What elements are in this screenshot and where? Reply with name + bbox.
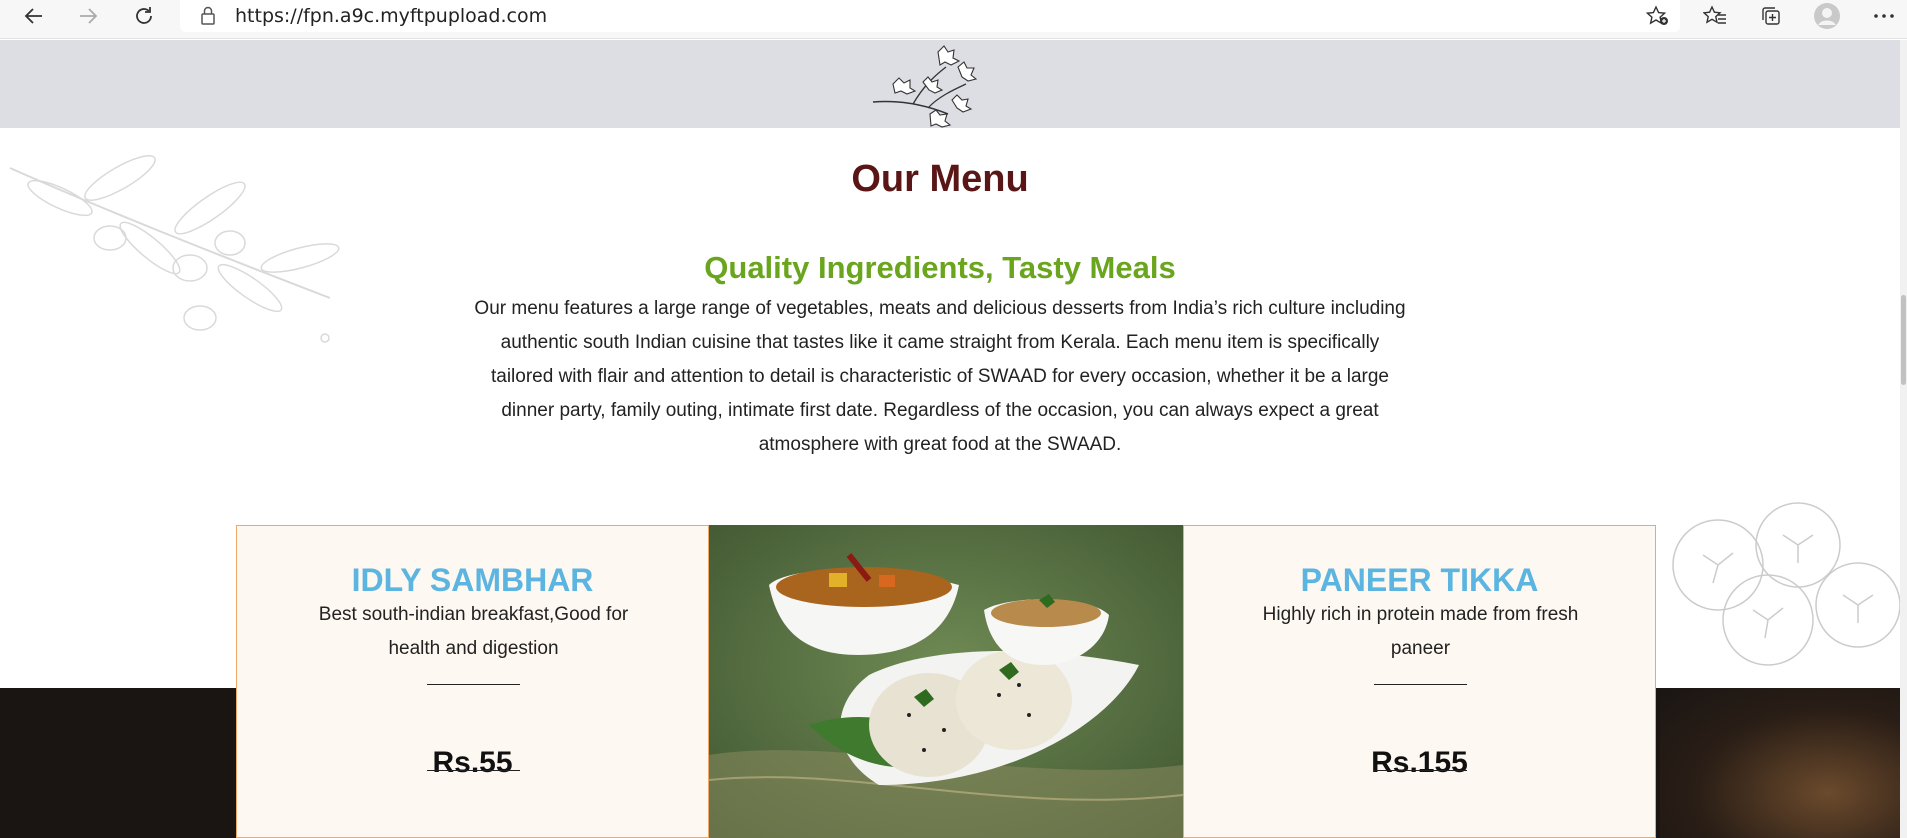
menu-title: Our Menu xyxy=(851,158,1029,200)
divider xyxy=(1374,684,1467,685)
page-scrollbar[interactable] xyxy=(1900,40,1907,838)
scrollbar-thumb[interactable] xyxy=(1901,295,1906,385)
dish-description: Highly rich in protein made from fresh p… xyxy=(1262,604,1579,659)
more-icon[interactable] xyxy=(1866,0,1902,32)
page-content: Our Menu Quality Ingredients, Tasty Meal… xyxy=(0,40,1900,838)
idly-sambhar-photo xyxy=(709,525,1183,838)
add-favorite-icon[interactable] xyxy=(1645,5,1669,32)
url-text[interactable]: https://fpn.a9c.myftpupload.com xyxy=(235,5,547,27)
refresh-icon[interactable] xyxy=(126,0,162,32)
menu-subtitle: Quality Ingredients, Tasty Meals xyxy=(704,250,1176,285)
tomato-decoration-icon xyxy=(1672,502,1900,666)
dish-price: Rs.55 xyxy=(432,746,513,779)
divider xyxy=(427,770,520,771)
favorites-icon[interactable] xyxy=(1697,0,1733,32)
back-icon[interactable] xyxy=(16,0,52,32)
header-banner xyxy=(0,40,1900,128)
address-bar[interactable]: https://fpn.a9c.myftpupload.com xyxy=(180,0,1680,32)
lock-icon[interactable] xyxy=(200,6,216,31)
dish-name: PANEER TIKKA xyxy=(1300,562,1539,598)
menu-description: Our menu features a large range of veget… xyxy=(474,298,1406,455)
divider xyxy=(1374,770,1467,771)
profile-icon[interactable] xyxy=(1809,0,1845,32)
menu-card-paneer-tikka[interactable]: PANEER TIKKA Highly rich in protein made… xyxy=(1183,525,1656,838)
herb-illustration-icon xyxy=(872,45,978,128)
dish-name: IDLY SAMBHAR xyxy=(351,562,594,598)
browser-toolbar: https://fpn.a9c.myftpupload.com xyxy=(0,0,1907,39)
dish-description: Best south-indian breakfast,Good for hea… xyxy=(318,604,629,659)
menu-card-idly-sambhar[interactable]: IDLY SAMBHAR Best south-indian breakfast… xyxy=(236,525,709,838)
collections-icon[interactable] xyxy=(1753,0,1789,32)
forward-icon[interactable] xyxy=(70,0,106,32)
dish-price: Rs.155 xyxy=(1371,746,1468,779)
divider xyxy=(427,684,520,685)
